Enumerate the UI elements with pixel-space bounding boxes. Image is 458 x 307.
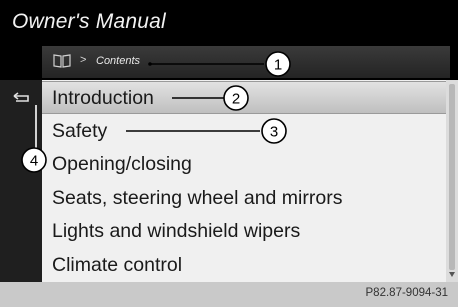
svg-text:4: 4 xyxy=(30,153,38,170)
svg-text:3: 3 xyxy=(270,124,278,141)
callout-dot-1 xyxy=(148,62,152,66)
callout-overlay: 1 2 3 4 xyxy=(21,51,291,173)
svg-text:2: 2 xyxy=(232,91,240,108)
figure-reference: P82.87-9094-31 xyxy=(365,287,448,299)
svg-text:1: 1 xyxy=(274,57,282,74)
callout-4: 4 xyxy=(21,147,47,173)
callout-1: 1 xyxy=(265,51,291,77)
callout-3: 3 xyxy=(261,118,287,144)
callout-2: 2 xyxy=(223,85,249,111)
